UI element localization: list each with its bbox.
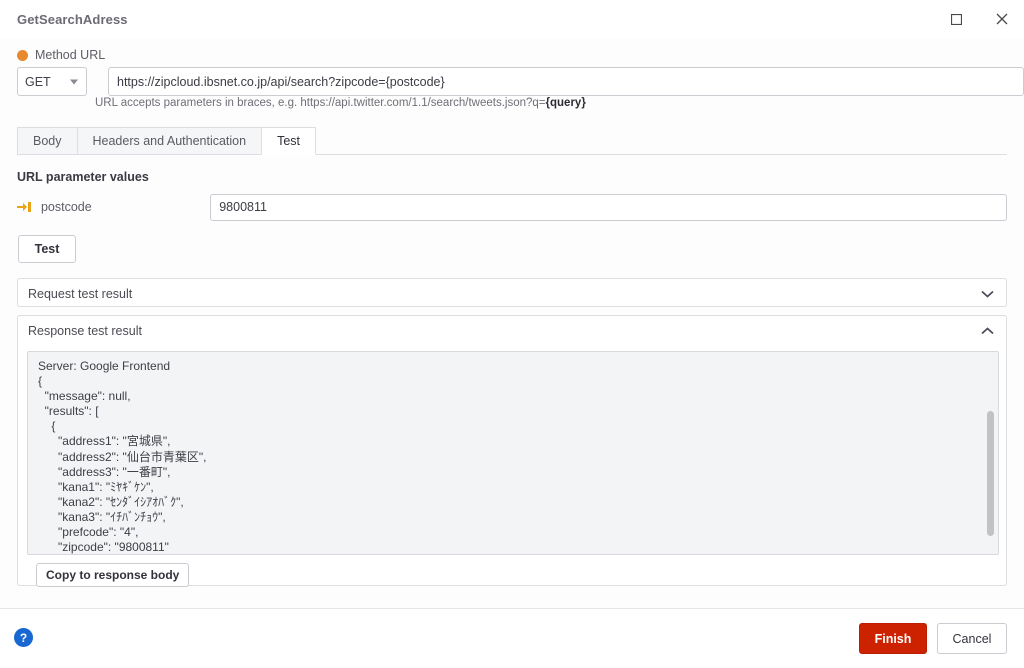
response-test-result-header[interactable]: Response test result <box>18 316 1006 345</box>
http-method-select[interactable]: GET <box>17 67 87 96</box>
close-icon[interactable] <box>979 0 1024 38</box>
cancel-button[interactable]: Cancel <box>937 623 1007 654</box>
http-method-value: GET <box>25 74 51 89</box>
tab-bar: Body Headers and Authentication Test <box>17 127 1007 155</box>
tab-test[interactable]: Test <box>261 127 317 155</box>
chevron-down-icon <box>70 79 78 84</box>
dialog-content: Method URL GET URL accepts parameters in… <box>0 38 1024 608</box>
page-title: GetSearchAdress <box>17 11 128 27</box>
method-url-row: GET <box>17 67 1024 96</box>
method-url-bullet-icon <box>17 49 28 61</box>
response-scrollbar-thumb[interactable] <box>987 411 994 536</box>
response-output-box[interactable]: Server: Google Frontend { "message": nul… <box>27 351 999 555</box>
test-button[interactable]: Test <box>18 235 76 263</box>
parameter-arrow-icon <box>17 200 33 214</box>
tab-underline <box>17 154 1007 155</box>
url-hint-highlight: {query} <box>545 97 586 109</box>
response-output-text: Server: Google Frontend { "message": nul… <box>38 359 207 555</box>
url-hint: URL accepts parameters in braces, e.g. h… <box>95 97 586 109</box>
url-input[interactable] <box>108 67 1024 96</box>
finish-button[interactable]: Finish <box>859 623 927 654</box>
response-scrollbar[interactable] <box>986 353 997 554</box>
api-connector-dialog: GetSearchAdress Method URL GET URL accep… <box>0 0 1024 668</box>
window-controls <box>934 0 1024 38</box>
title-bar: GetSearchAdress <box>0 0 1024 38</box>
copy-to-response-body-button[interactable]: Copy to response body <box>36 563 190 587</box>
request-test-result-title: Request test result <box>28 286 133 301</box>
footer-bar: ? Finish Cancel <box>0 609 1024 668</box>
url-parameter-values-title: URL parameter values <box>17 170 149 184</box>
tab-headers-and-authentication[interactable]: Headers and Authentication <box>76 127 262 155</box>
method-url-label: Method URL <box>35 48 106 62</box>
tab-headers-label: Headers and Authentication <box>92 134 247 148</box>
url-hint-text: URL accepts parameters in braces, e.g. h… <box>95 97 546 109</box>
chevron-up-icon[interactable] <box>981 324 994 338</box>
response-test-result-accordion: Response test result Server: Google Fron… <box>17 315 1007 587</box>
tab-body[interactable]: Body <box>17 127 77 155</box>
request-test-result-accordion[interactable]: Request test result <box>17 278 1007 307</box>
method-url-header: Method URL <box>17 48 105 62</box>
chevron-down-icon[interactable] <box>981 287 994 301</box>
tab-test-label: Test <box>277 134 301 148</box>
parameter-name: postcode <box>40 200 92 214</box>
response-test-result-title: Response test result <box>28 323 142 338</box>
postcode-input[interactable] <box>210 193 1007 221</box>
request-test-result-header[interactable]: Request test result <box>18 279 1006 308</box>
tab-body-label: Body <box>33 134 62 148</box>
parameter-row: postcode <box>17 193 1007 221</box>
help-icon[interactable]: ? <box>14 628 33 647</box>
maximize-icon[interactable] <box>934 0 979 38</box>
footer-buttons: Finish Cancel <box>859 623 1007 654</box>
response-test-result-body: Server: Google Frontend { "message": nul… <box>18 345 1006 587</box>
